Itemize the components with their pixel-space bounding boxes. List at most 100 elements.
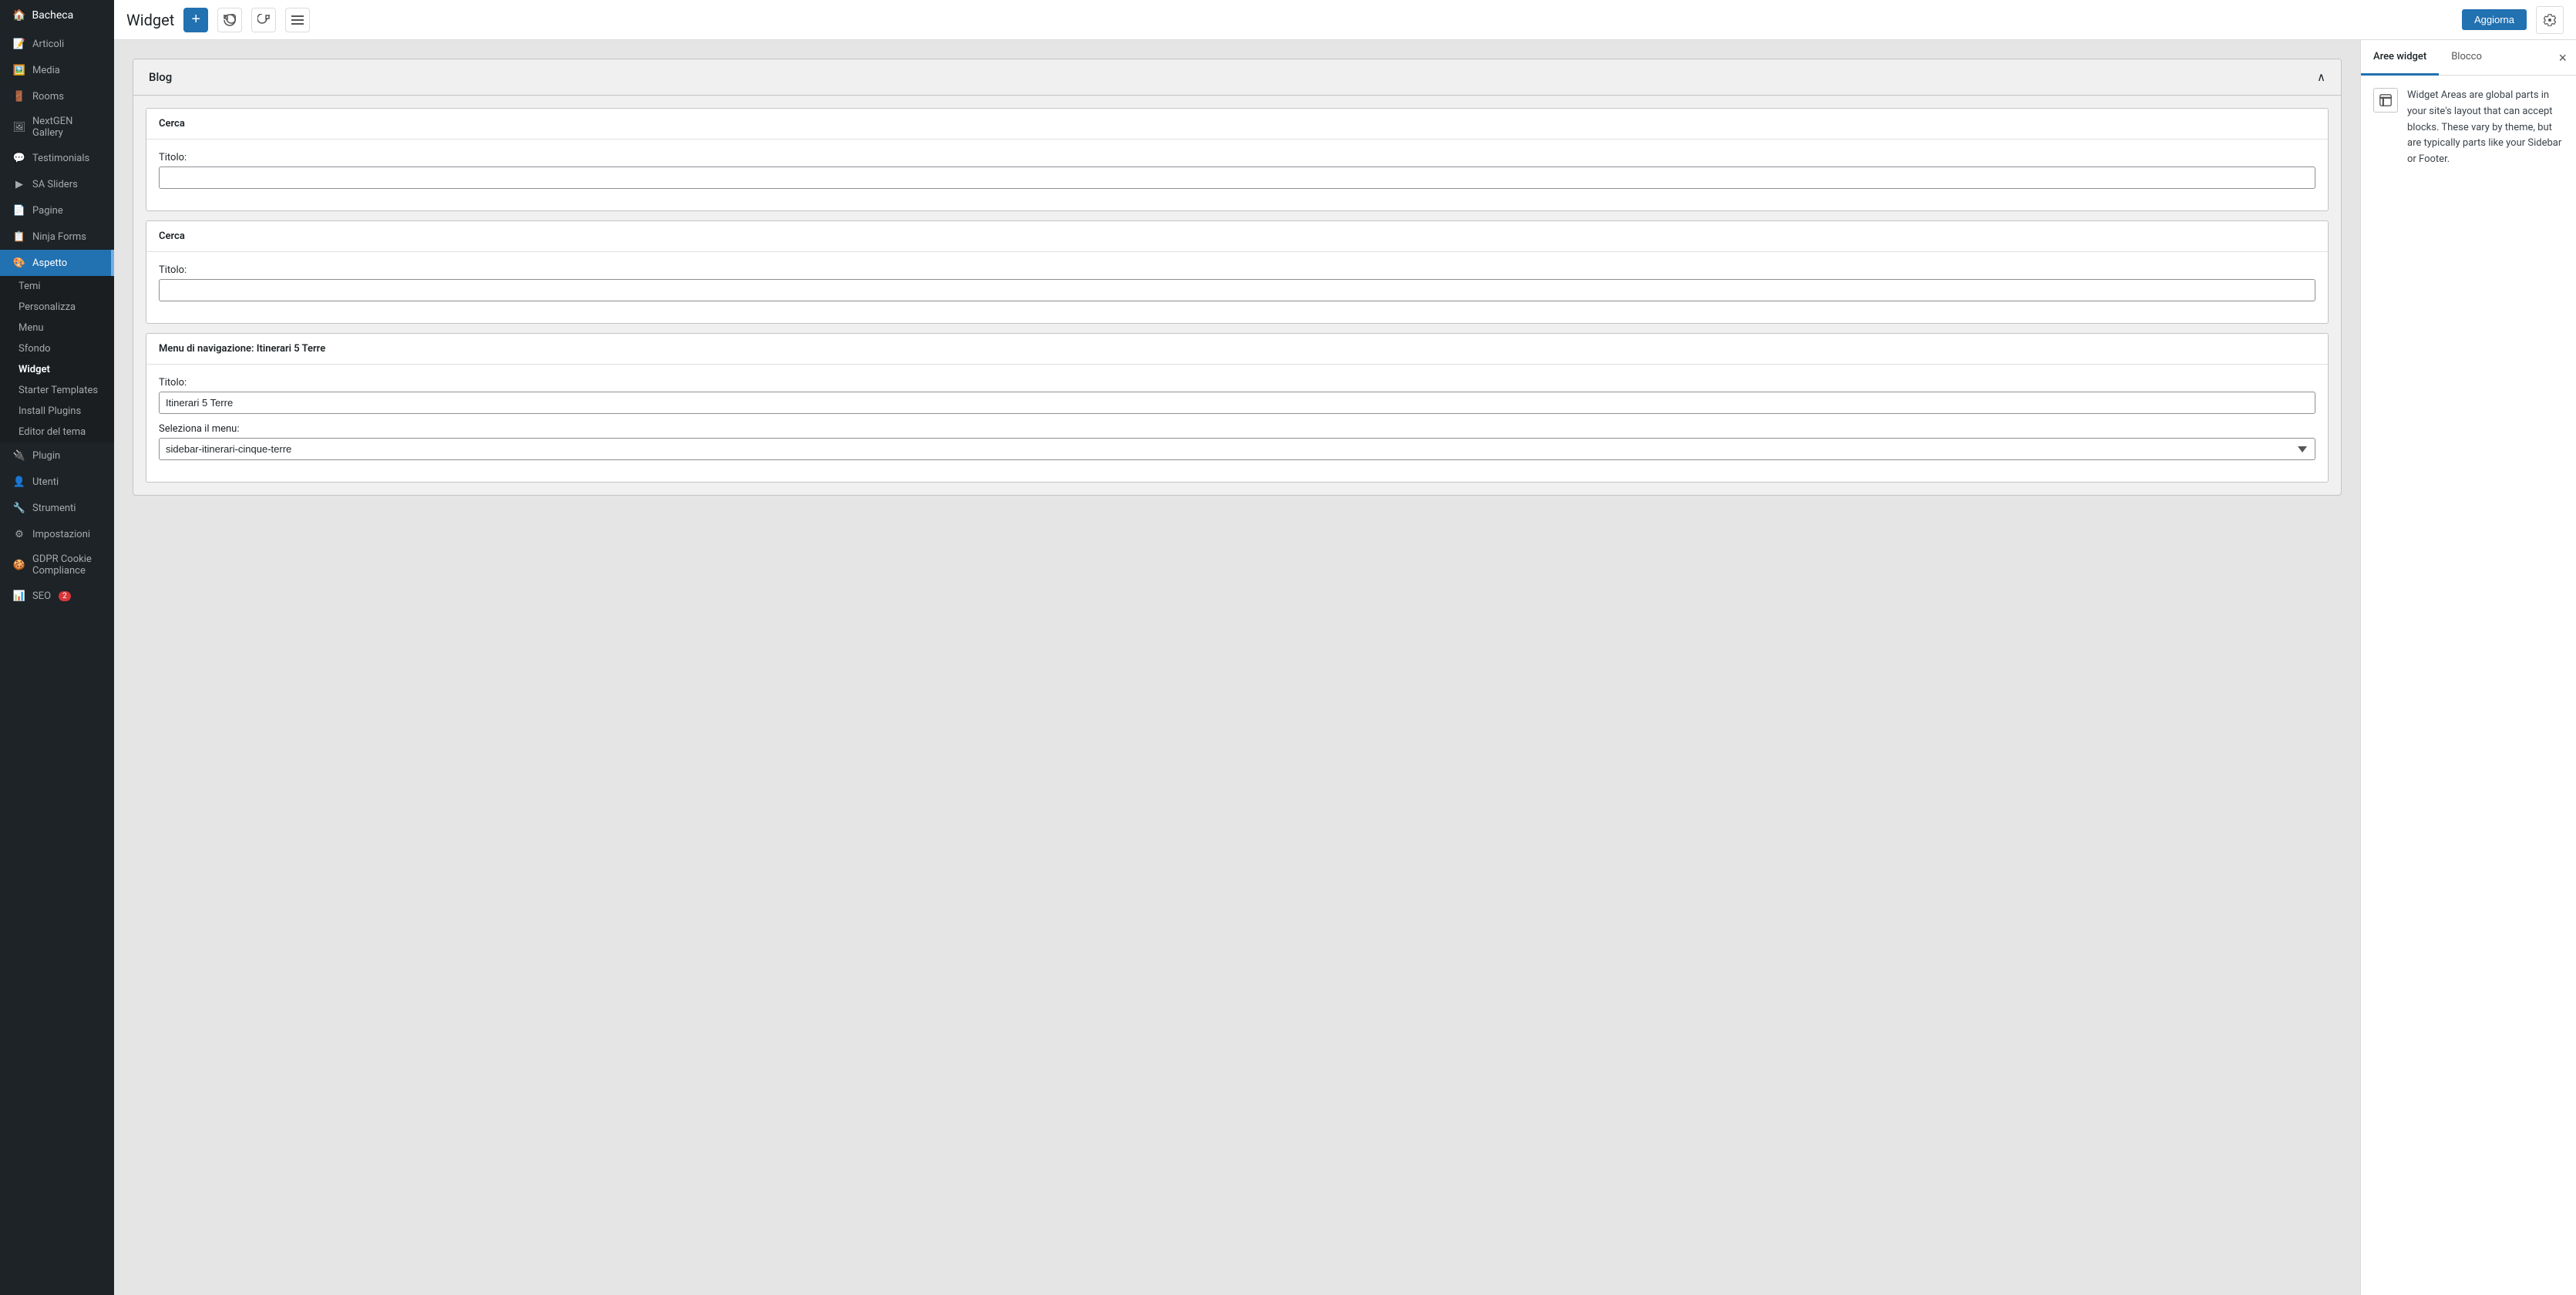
blog-body: Cerca Titolo: Cerca <box>133 96 2341 495</box>
panel-info-text: Widget Areas are global parts in your si… <box>2407 88 2564 168</box>
pagine-icon: 📄 <box>12 204 26 217</box>
sidebar-item-utenti[interactable]: 👤 Utenti <box>0 469 114 495</box>
sidebar-item-nextgen[interactable]: 🖼 NextGEN Gallery <box>0 109 114 145</box>
nextgen-icon: 🖼 <box>12 120 26 134</box>
sidebar-item-label: Testimonials <box>32 153 89 164</box>
sidebar-item-gdpr[interactable]: 🍪 GDPR Cookie Compliance <box>0 547 114 583</box>
panel-header: Aree widget Blocco × <box>2361 40 2576 76</box>
panel-tab-blocco[interactable]: Blocco <box>2439 40 2494 76</box>
chevron-up-icon: ∧ <box>2317 70 2325 84</box>
sidebar-item-pagine[interactable]: 📄 Pagine <box>0 197 114 224</box>
submenu-widget[interactable]: Widget <box>0 359 114 380</box>
submenu-starter-templates[interactable]: Starter Templates <box>0 380 114 401</box>
list-icon <box>291 15 304 25</box>
sidebar-item-rooms[interactable]: 🚪 Rooms <box>0 83 114 109</box>
sidebar-item-strumenti[interactable]: 🔧 Strumenti <box>0 495 114 521</box>
widget-cerca-2-header[interactable]: Cerca <box>146 221 2328 252</box>
nav-menu-select[interactable]: sidebar-itinerari-cinque-terre <box>159 438 2315 460</box>
sidebar-item-label: Rooms <box>32 91 64 103</box>
submenu-label: Temi <box>18 281 41 292</box>
nav-menu-titolo-input[interactable] <box>159 392 2315 414</box>
widget-nav-menu-header[interactable]: Menu di navigazione: Itinerari 5 Terre <box>146 334 2328 365</box>
sidebar-item-impostazioni[interactable]: ⚙ Impostazioni <box>0 521 114 547</box>
sidebar-item-label: Aspetto <box>32 257 67 269</box>
sidebar-brand-label: Bacheca <box>32 9 73 22</box>
sidebar-item-aspetto[interactable]: 🎨 Aspetto <box>0 250 114 276</box>
submenu-label: Sfondo <box>18 343 51 355</box>
right-panel: Aree widget Blocco × Widget A <box>2360 40 2576 1295</box>
list-view-button[interactable] <box>285 8 310 32</box>
redo-button[interactable] <box>251 8 276 32</box>
dashboard-icon: 🏠 <box>12 9 25 22</box>
submenu-label: Starter Templates <box>18 385 98 396</box>
update-button[interactable]: Aggiorna <box>2462 9 2527 30</box>
widget-cerca-1: Cerca Titolo: <box>146 108 2329 211</box>
cerca-2-titolo-input[interactable] <box>159 279 2315 301</box>
impostazioni-icon: ⚙ <box>12 527 26 541</box>
sidebar-item-label: Pagine <box>32 205 63 217</box>
sidebar-item-label: GDPR Cookie Compliance <box>32 553 102 577</box>
cerca-1-titolo-group: Titolo: <box>159 152 2315 189</box>
sidebar-item-articoli[interactable]: 📝 Articoli <box>0 31 114 57</box>
sa-sliders-icon: ▶ <box>12 177 26 191</box>
testimonials-icon: 💬 <box>12 151 26 165</box>
panel-tab-aree-widget[interactable]: Aree widget <box>2361 40 2439 76</box>
main-area: Widget + Aggiorna Blog ∧ <box>114 0 2576 1295</box>
submenu-temi[interactable]: Temi <box>0 276 114 297</box>
sidebar-item-media[interactable]: 🖼️ Media <box>0 57 114 83</box>
page-title: Widget <box>126 11 174 29</box>
submenu-label: Editor del tema <box>18 426 86 438</box>
seo-badge: 2 <box>59 591 71 601</box>
sidebar-item-seo[interactable]: 📊 SEO 2 <box>0 583 114 609</box>
submenu-sfondo[interactable]: Sfondo <box>0 338 114 359</box>
panel-close-button[interactable]: × <box>2558 51 2567 65</box>
cerca-1-titolo-input[interactable] <box>159 166 2315 189</box>
widget-nav-menu: Menu di navigazione: Itinerari 5 Terre T… <box>146 333 2329 483</box>
sidebar-item-label: Plugin <box>32 450 60 462</box>
sidebar-item-plugin[interactable]: 🔌 Plugin <box>0 442 114 469</box>
cerca-1-titolo-label: Titolo: <box>159 152 2315 163</box>
panel-body: Widget Areas are global parts in your si… <box>2361 76 2576 1295</box>
widget-cerca-1-header[interactable]: Cerca <box>146 109 2328 140</box>
seo-icon: 📊 <box>12 589 26 603</box>
submenu-menu[interactable]: Menu <box>0 318 114 338</box>
nav-menu-titolo-label: Titolo: <box>159 377 2315 388</box>
sidebar-brand[interactable]: 🏠 Bacheca <box>0 0 114 31</box>
aspetto-submenu: Temi Personalizza Menu Sfondo Widget Sta… <box>0 276 114 442</box>
sidebar-item-ninja-forms[interactable]: 📋 Ninja Forms <box>0 224 114 250</box>
sidebar-item-label: Utenti <box>32 476 59 488</box>
content-area: Blog ∧ Cerca Titolo: <box>114 40 2576 1295</box>
aspetto-icon: 🎨 <box>12 256 26 270</box>
media-icon: 🖼️ <box>12 63 26 77</box>
add-widget-button[interactable]: + <box>183 8 208 32</box>
rooms-icon: 🚪 <box>12 89 26 103</box>
nav-menu-select-group: Seleziona il menu: sidebar-itinerari-cin… <box>159 423 2315 460</box>
submenu-editor-del-tema[interactable]: Editor del tema <box>0 422 114 442</box>
cerca-2-titolo-group: Titolo: <box>159 264 2315 301</box>
widget-cerca-2: Cerca Titolo: <box>146 220 2329 324</box>
panel-info: Widget Areas are global parts in your si… <box>2373 88 2564 168</box>
redo-icon <box>257 14 270 26</box>
widget-cerca-1-body: Titolo: <box>146 140 2328 210</box>
sidebar-item-testimonials[interactable]: 💬 Testimonials <box>0 145 114 171</box>
topbar: Widget + Aggiorna <box>114 0 2576 40</box>
settings-button[interactable] <box>2536 6 2564 34</box>
submenu-label: Widget <box>18 364 50 375</box>
sidebar-item-label: SA Sliders <box>32 179 78 190</box>
sidebar-item-label: Media <box>32 65 60 76</box>
undo-icon <box>224 14 236 26</box>
widget-cerca-2-body: Titolo: <box>146 252 2328 323</box>
sidebar-item-sa-sliders[interactable]: ▶ SA Sliders <box>0 171 114 197</box>
sidebar-item-label: NextGEN Gallery <box>32 116 102 139</box>
widget-nav-menu-body: Titolo: Seleziona il menu: sidebar-itine… <box>146 365 2328 482</box>
nav-menu-titolo-group: Titolo: <box>159 377 2315 414</box>
submenu-personalizza[interactable]: Personalizza <box>0 297 114 318</box>
sidebar: 🏠 Bacheca 📝 Articoli 🖼️ Media 🚪 Rooms 🖼 … <box>0 0 114 1295</box>
undo-button[interactable] <box>217 8 242 32</box>
blog-section: Blog ∧ Cerca Titolo: <box>133 59 2342 496</box>
sidebar-item-label: Articoli <box>32 39 64 50</box>
submenu-install-plugins[interactable]: Install Plugins <box>0 401 114 422</box>
gdpr-icon: 🍪 <box>12 558 26 572</box>
nav-menu-select-label: Seleziona il menu: <box>159 423 2315 435</box>
blog-section-header[interactable]: Blog ∧ <box>133 59 2341 96</box>
